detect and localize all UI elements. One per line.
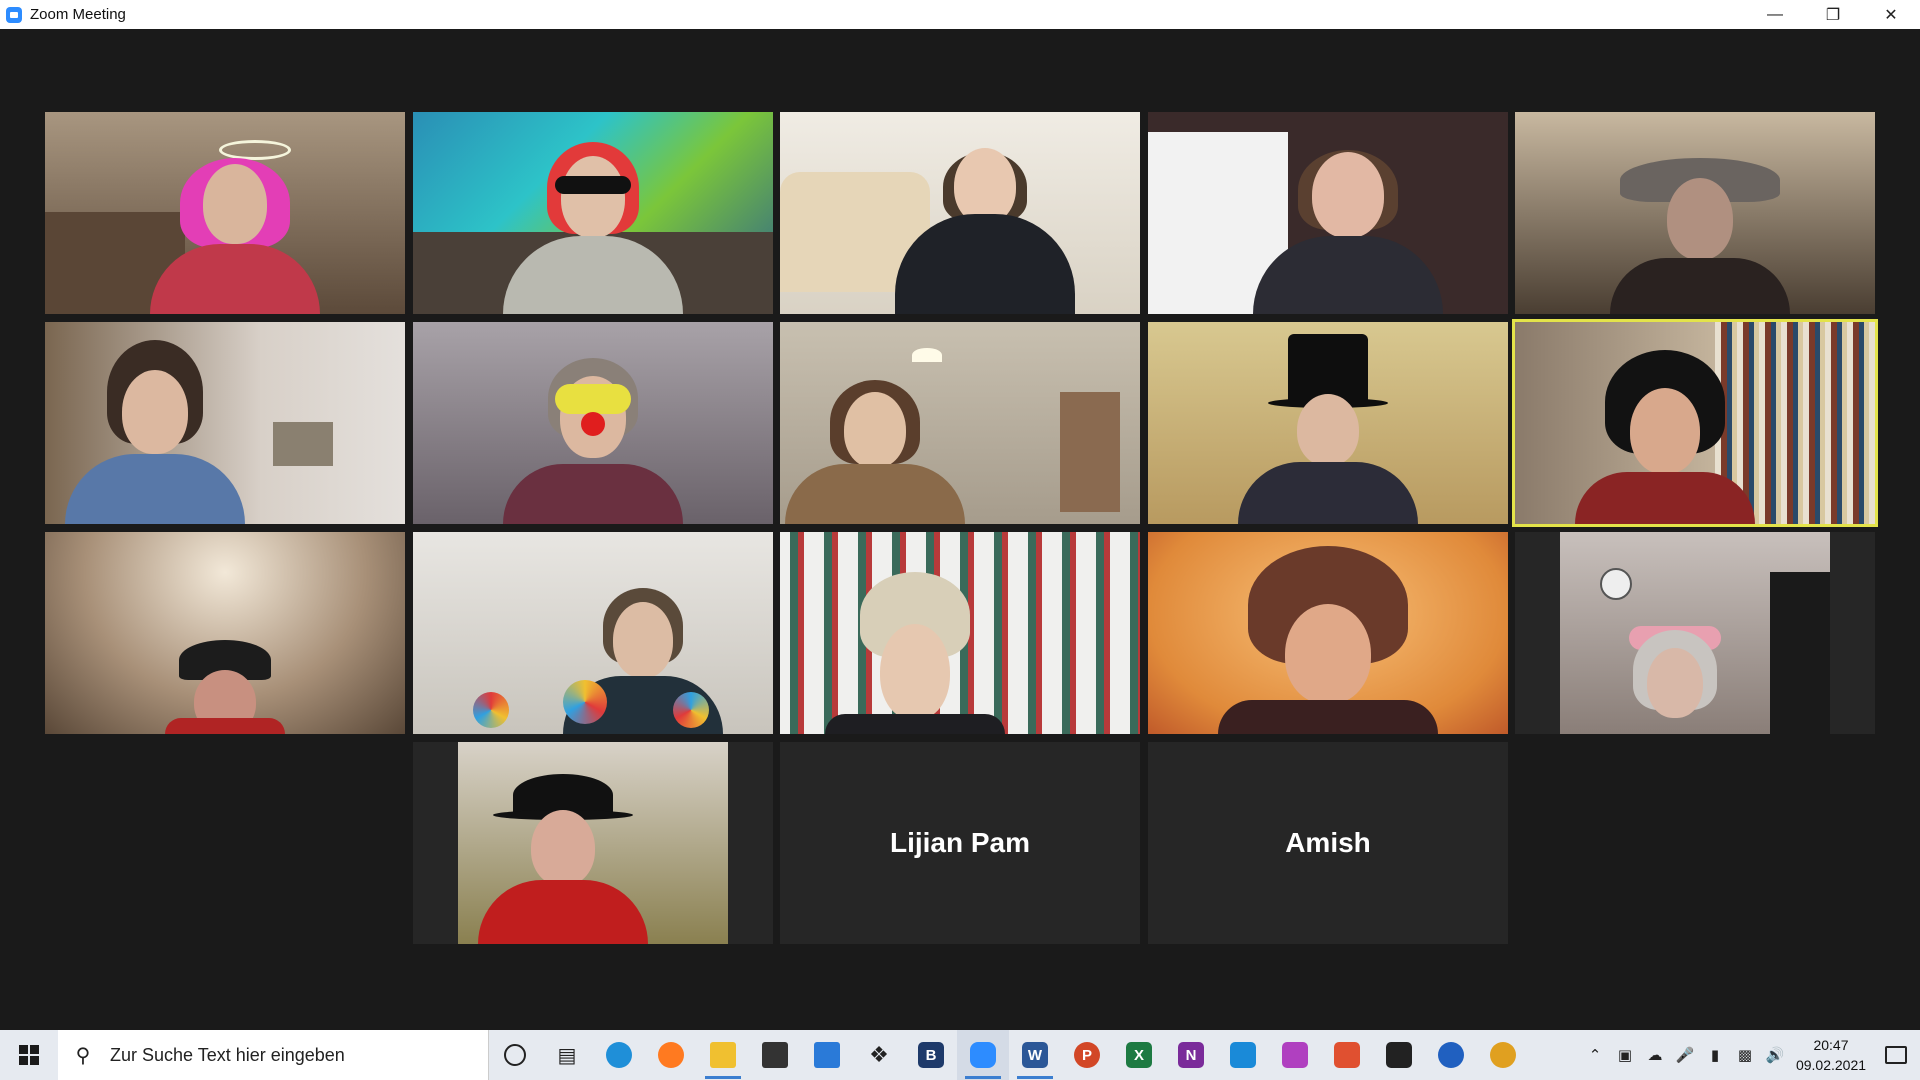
davinci-resolve-icon[interactable] [1373,1030,1425,1080]
clock-time: 20:47 [1813,1037,1849,1053]
participant-video-tile[interactable] [780,112,1140,314]
notification-center-icon[interactable] [1872,1030,1920,1080]
edge-icon[interactable] [593,1030,645,1080]
search-input[interactable] [108,1043,472,1067]
video-feed [780,322,1140,524]
video-feed [458,742,728,944]
cortana-icon[interactable] [489,1030,541,1080]
participant-video-tile[interactable] [45,532,405,734]
participant-video-tile[interactable] [780,322,1140,524]
participant-video-tile[interactable] [413,742,773,944]
meet-now-icon[interactable]: ▣ [1610,1030,1640,1080]
video-feed [413,322,773,524]
windows-logo-icon [19,1045,39,1065]
mail-icon[interactable] [801,1030,853,1080]
audio-app-icon[interactable] [1425,1030,1477,1080]
onedrive-icon[interactable]: ☁ [1640,1030,1670,1080]
participant-name-tile[interactable]: Lijian Pam [780,742,1140,944]
video-feed [1148,532,1508,734]
participant-video-tile[interactable] [1515,532,1875,734]
participant-video-tile-active-speaker[interactable] [1512,319,1878,527]
clock-date: 09.02.2021 [1795,1057,1867,1073]
battery-icon[interactable]: ▮ [1700,1030,1730,1080]
taskbar-clock[interactable]: 20:47 09.02.2021 [1790,1035,1872,1075]
taskbar-search-box[interactable]: ⚲ [58,1030,489,1080]
powerpoint-icon[interactable]: P [1061,1030,1113,1080]
video-feed [1148,322,1508,524]
microphone-icon[interactable]: 🎤 [1670,1030,1700,1080]
participant-video-tile[interactable] [1148,112,1508,314]
tool-app-icon[interactable] [1477,1030,1529,1080]
store-icon[interactable] [749,1030,801,1080]
video-feed [1560,532,1830,734]
network-icon[interactable]: ▩ [1730,1030,1760,1080]
participant-video-tile[interactable] [45,112,405,314]
search-icon: ⚲ [75,1044,91,1067]
participant-name: Amish [1285,827,1371,858]
participant-video-tile[interactable] [413,532,773,734]
dropbox-icon[interactable]: ❖ [853,1030,905,1080]
video-feed [1515,112,1875,314]
video-feed [413,112,773,314]
file-explorer-icon[interactable] [697,1030,749,1080]
b-app-icon[interactable]: B [905,1030,957,1080]
system-tray: ⌃ ▣ ☁ 🎤 ▮ ▩ 🔊 20:47 09.02.2021 [1580,1030,1920,1080]
participant-video-tile[interactable] [413,112,773,314]
firefox-icon[interactable] [645,1030,697,1080]
onenote-icon[interactable]: N [1165,1030,1217,1080]
close-button[interactable]: ✕ [1862,0,1920,29]
video-feed [780,532,1140,734]
video-feed [413,532,773,734]
zoom-icon[interactable] [957,1030,1009,1080]
task-view-icon[interactable]: ▤ [541,1030,593,1080]
volume-icon[interactable]: 🔊 [1760,1030,1790,1080]
minimize-button[interactable]: — [1746,0,1804,29]
chevron-up-icon[interactable]: ⌃ [1580,1030,1610,1080]
participant-name: Lijian Pam [889,827,1031,858]
restore-button[interactable]: ❐ [1804,0,1862,29]
start-button[interactable] [0,1030,58,1080]
participant-video-tile[interactable] [780,532,1140,734]
affinity-photo-icon[interactable] [1269,1030,1321,1080]
windows-taskbar: ⚲ ▤ ❖ B W P X N ⌃ ▣ ☁ 🎤 ▮ ▩ 🔊 20:47 09.0… [0,1030,1920,1080]
meeting-gallery: Lijian Pam Amish [0,29,1920,1030]
video-feed [45,112,405,314]
zoom-app-icon [6,6,22,23]
video-feed [1515,322,1875,524]
word-icon[interactable]: W [1009,1030,1061,1080]
participant-video-tile[interactable] [1148,322,1508,524]
excel-icon[interactable]: X [1113,1030,1165,1080]
participant-video-tile[interactable] [1148,532,1508,734]
video-feed [780,112,1140,314]
video-feed [1148,112,1508,314]
video-feed [45,532,405,734]
window-title: Zoom Meeting [30,6,126,23]
participant-name-tile[interactable]: Amish [1148,742,1508,944]
participant-video-tile[interactable] [1515,112,1875,314]
affinity-designer-icon[interactable] [1217,1030,1269,1080]
affinity-publisher-icon[interactable] [1321,1030,1373,1080]
participant-video-tile[interactable] [45,322,405,524]
video-feed [45,322,405,524]
window-title-bar: Zoom Meeting — ❐ ✕ [0,0,1920,30]
participant-video-tile[interactable] [413,322,773,524]
